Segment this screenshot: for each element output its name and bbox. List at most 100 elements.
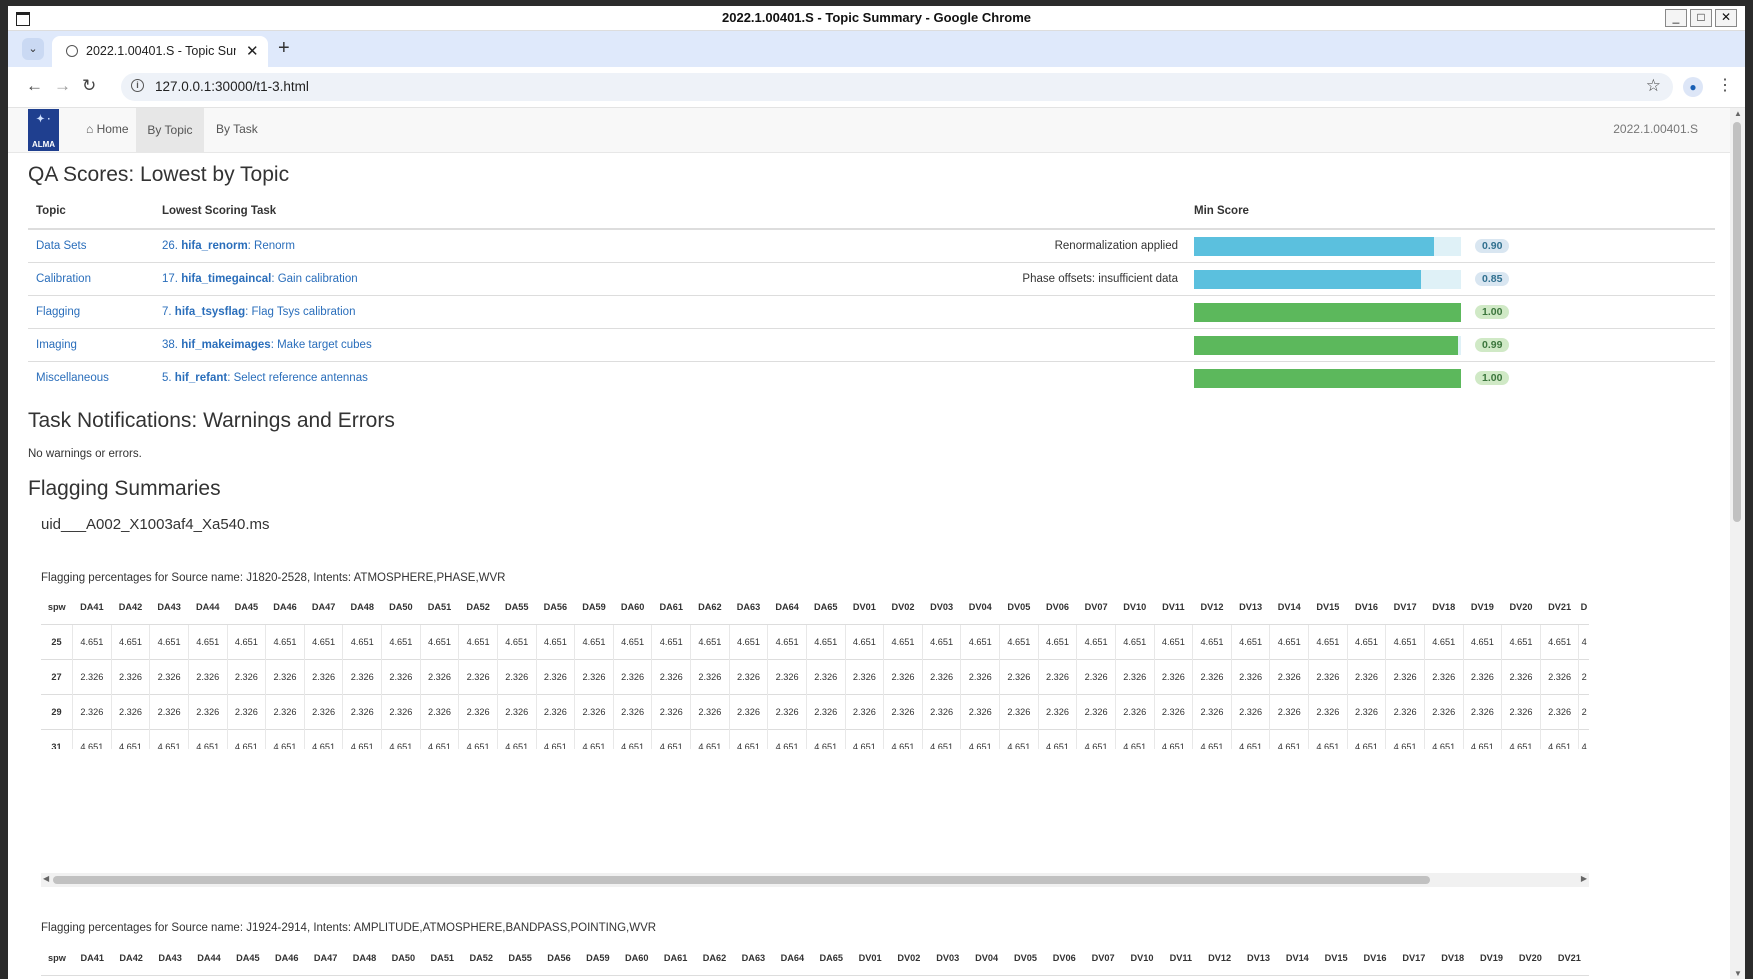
flag-cell: 4.651: [1501, 729, 1541, 749]
forward-icon[interactable]: →: [54, 76, 71, 96]
info-icon[interactable]: i: [131, 79, 144, 92]
topic-link[interactable]: Miscellaneous: [36, 372, 109, 384]
task-link[interactable]: 7. hifa_tsysflag: Flag Tsys calibration: [162, 306, 355, 318]
flag-cell: 2.326: [1346, 659, 1386, 695]
flagging-heading: Flagging Summaries: [28, 477, 221, 500]
flag-cell: 4.651: [1192, 624, 1232, 660]
flag-cell: 2.326: [458, 659, 498, 695]
flag-col-header: DV10: [1122, 940, 1162, 976]
col-topic: Topic: [28, 194, 154, 230]
flag-col-header: DV17: [1394, 940, 1434, 976]
flag-cell: 2: [1578, 694, 1589, 730]
flag-cell: 2.326: [1308, 694, 1348, 730]
flag-cell: 2.326: [496, 659, 537, 695]
close-icon[interactable]: ✕: [246, 42, 259, 60]
flag-col-header: DA59: [578, 940, 618, 976]
flag-col-header: DA50: [383, 940, 423, 976]
flag-cell: 4.651: [651, 624, 691, 660]
flag-col-header: DA42: [111, 940, 151, 976]
flag-header-row: spw DA41 DA42 DA43 DA44 DA45 DA46 DA47 DA48 DA50 D…: [41, 940, 1589, 976]
flag-col-header: DV14: [1277, 940, 1317, 976]
vertical-scrollbar[interactable]: ▲ ▼: [1730, 108, 1745, 979]
window-title: 2022.1.00401.S - Topic Summary - Google …: [722, 10, 1031, 25]
task-link[interactable]: 17. hifa_timegaincal: Gain calibration: [162, 273, 358, 285]
flag-cell: 4.651: [110, 624, 150, 660]
flag-col-header: DV21: [1540, 589, 1579, 625]
tab-list-icon[interactable]: ⌄: [22, 38, 44, 60]
flag-cell: 4.651: [690, 624, 730, 660]
flag-spw: 29: [41, 694, 73, 730]
flag-col-header: DV01: [845, 589, 884, 625]
flag-cell: 4.651: [1153, 729, 1193, 749]
star-icon[interactable]: ☆: [1646, 76, 1661, 96]
flag-cell: 2.326: [381, 694, 421, 730]
flag-col-header: DV03: [922, 589, 961, 625]
qa-row: Flagging 7. hifa_tsysflag: Flag Tsys cali…: [28, 295, 1715, 329]
flag-cell: 2.326: [149, 659, 189, 695]
close-window-button[interactable]: ✕: [1715, 9, 1737, 27]
flag-cell: 4.651: [1308, 624, 1348, 660]
reload-icon[interactable]: ↻: [82, 76, 96, 96]
task-link[interactable]: 38. hif_makeimages: Make target cubes: [162, 339, 372, 351]
topic-link[interactable]: Data Sets: [36, 240, 87, 252]
flag-cell: 2.326: [960, 694, 1000, 730]
flag-col-header: DV02: [883, 589, 923, 625]
flag-col-header: DA64: [767, 589, 807, 625]
nav-home[interactable]: ⌂ Home: [86, 122, 129, 136]
url-text[interactable]: 127.0.0.1:30000/t1-3.html: [155, 79, 309, 94]
flag-col-header: D: [1578, 589, 1589, 625]
flag-cell: 4.651: [381, 729, 421, 749]
vscroll-thumb[interactable]: [1733, 122, 1741, 522]
flag-cell: 4.651: [342, 624, 382, 660]
flag-cell: 4.651: [1114, 729, 1155, 749]
browser-tab[interactable]: 2022.1.00401.S - Topic Summary ✕: [52, 36, 268, 67]
flag-cell: 2.326: [690, 694, 730, 730]
address-bar[interactable]: i 127.0.0.1:30000/t1-3.html ☆: [121, 73, 1673, 101]
flag-col-header: spw: [41, 589, 73, 625]
flag-cell: 2.326: [226, 659, 266, 695]
plus-icon[interactable]: +: [278, 37, 290, 60]
nav-by-topic[interactable]: By Topic: [136, 108, 204, 152]
flag-col-header: DV04: [960, 589, 1000, 625]
flag-col-header: DA43: [150, 940, 190, 976]
flag-col-header: DA48: [342, 589, 382, 625]
flag-cell: 4.651: [265, 624, 305, 660]
flag-cell: 4.651: [496, 729, 537, 749]
flag-col-header: DA56: [539, 940, 579, 976]
nav-by-task[interactable]: By Task: [216, 122, 258, 136]
flag-cell: 2.326: [960, 659, 1000, 695]
flag-col-header: DV19: [1463, 589, 1502, 625]
maximize-button[interactable]: □: [1690, 9, 1712, 27]
menu-icon[interactable]: ⋮: [1717, 75, 1733, 95]
flag-cell: 4.651: [1230, 624, 1270, 660]
flag-cell: 2.326: [419, 659, 459, 695]
flag-cell: 4.651: [226, 729, 266, 749]
profile-icon[interactable]: ●: [1683, 77, 1703, 97]
flag-cell: 2.326: [1114, 659, 1155, 695]
flag-col-header: DA47: [304, 589, 343, 625]
task-link[interactable]: 26. hifa_renorm: Renorm: [162, 240, 295, 252]
task-link[interactable]: 5. hif_refant: Select reference antennas: [162, 372, 368, 384]
qa-heading: QA Scores: Lowest by Topic: [28, 163, 290, 186]
score-bar-fill: [1194, 302, 1461, 322]
flag-col-header: DA45: [228, 940, 268, 976]
scroll-thumb[interactable]: [53, 876, 1430, 884]
flag-cell: 2.326: [265, 659, 305, 695]
topic-link[interactable]: Flagging: [36, 306, 80, 318]
flag-cell: 4.651: [574, 624, 614, 660]
flag-cell: 4.651: [1423, 729, 1464, 749]
topic-link[interactable]: Imaging: [36, 339, 77, 351]
flag-col-header: DA44: [188, 589, 228, 625]
flag-col-header: DV11: [1161, 940, 1201, 976]
minimize-button[interactable]: _: [1665, 9, 1687, 27]
back-icon[interactable]: ←: [26, 76, 43, 96]
score-note: Renormalization applied: [730, 228, 1186, 263]
flag-cell: 4.651: [612, 624, 652, 660]
flag-row: 29 2.326 2.326 2.326 2.326 2.326 2.326 2.326 2.3…: [41, 694, 1589, 730]
topic-link[interactable]: Calibration: [36, 273, 91, 285]
alma-logo[interactable]: ✦ · ALMA: [28, 109, 59, 151]
tab-strip: ⌄ 2022.1.00401.S - Topic Summary ✕ +: [8, 31, 1745, 67]
horizontal-scrollbar[interactable]: ◀ ▶: [41, 873, 1589, 887]
flag-cell: 4.651: [1269, 624, 1309, 660]
score-bar: [1194, 269, 1461, 289]
